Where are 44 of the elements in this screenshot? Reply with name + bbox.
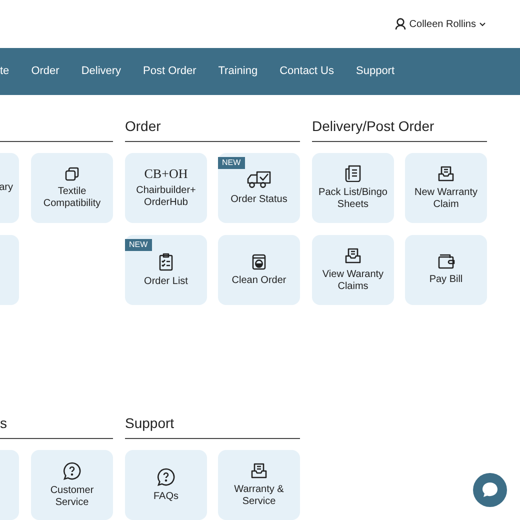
user-menu[interactable]: Colleen Rollins <box>395 16 486 32</box>
nav-link[interactable]: Support <box>356 63 395 80</box>
menu-tile[interactable] <box>0 450 19 520</box>
washing-machine-icon <box>252 254 266 270</box>
new-badge: NEW <box>125 239 152 251</box>
section-heading: Order <box>125 117 161 136</box>
menu-tile[interactable]: New Warranty Claim <box>405 153 487 223</box>
user-icon <box>395 18 406 30</box>
menu-tile[interactable] <box>0 235 19 305</box>
question-bubble-icon <box>63 462 81 480</box>
menu-tile[interactable]: Warranty & Service <box>218 450 300 520</box>
chat-button[interactable] <box>473 473 507 507</box>
inbox-document-icon <box>251 462 267 478</box>
section-heading: s <box>0 414 7 433</box>
menu-tile[interactable]: NEW Order Status <box>218 153 300 223</box>
inbox-document-icon <box>438 166 454 182</box>
section-heading: Delivery/Post Order <box>312 117 434 136</box>
nav-link[interactable]: Delivery <box>81 63 122 80</box>
menu-tile[interactable]: Textile Compatibility <box>31 153 113 223</box>
chevron-down-icon <box>479 22 486 26</box>
inbox-document-icon <box>345 248 361 264</box>
truck-check-icon <box>246 170 272 188</box>
menu-tile[interactable]: Clean Order <box>218 235 300 305</box>
nav-link[interactable]: te <box>0 63 10 80</box>
nav-link[interactable]: Order <box>31 63 60 80</box>
nav-link[interactable]: Post Order <box>143 63 196 80</box>
chat-bubble-icon <box>481 481 499 499</box>
nav-link[interactable]: Training <box>218 63 258 80</box>
logo-text: CB+OH <box>144 167 188 180</box>
menu-tile[interactable]: Pay Bill <box>405 235 487 305</box>
menu-tile[interactable]: FAQs <box>125 450 207 520</box>
question-bubble-icon <box>157 468 175 486</box>
checklist-icon <box>159 252 173 270</box>
stack-icon <box>65 166 79 180</box>
menu-tile[interactable]: NEW Order List <box>125 235 207 305</box>
document-icon <box>345 165 361 182</box>
wallet-icon <box>438 254 454 269</box>
section-heading: Support <box>125 414 174 433</box>
new-badge: NEW <box>218 157 245 169</box>
menu-tile[interactable]: Pack List/Bingo Sheets <box>312 153 394 223</box>
menu-tile[interactable]: View Waranty Claims <box>312 235 394 305</box>
nav-link[interactable]: Contact Us <box>280 63 334 80</box>
menu-tile[interactable]: Customer Service <box>31 450 113 520</box>
menu-tile[interactable]: CB+OH Chairbuilder+ OrderHub <box>125 153 207 223</box>
